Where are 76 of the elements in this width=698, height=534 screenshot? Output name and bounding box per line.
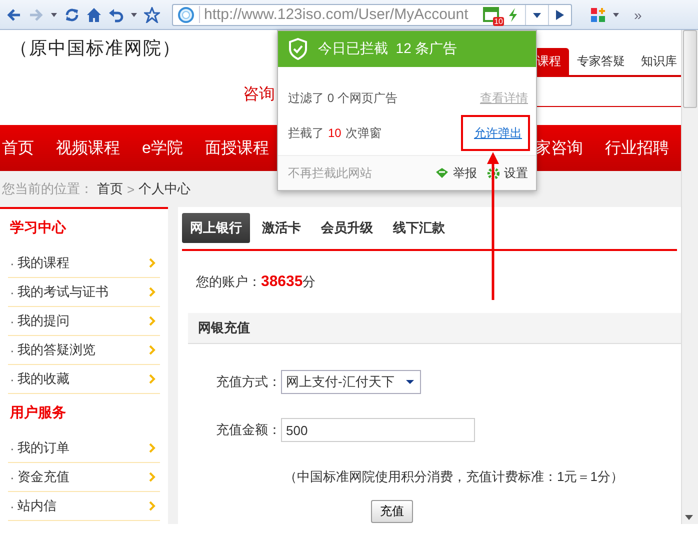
scrollbar-thumb[interactable] bbox=[683, 30, 697, 108]
home-icon[interactable] bbox=[86, 6, 102, 22]
filtered-text: 过滤了 0 个网页广告 bbox=[288, 90, 398, 106]
blocked-text: 次弹窗 bbox=[345, 124, 382, 142]
sidebar-item[interactable]: 我的收藏 bbox=[17, 370, 70, 388]
scrollbar[interactable] bbox=[681, 30, 698, 524]
header-tab[interactable]: 专家答疑 bbox=[569, 48, 633, 75]
back-icon[interactable] bbox=[6, 6, 22, 22]
breadcrumb-separator: > bbox=[127, 182, 135, 196]
report-link[interactable]: 举报 bbox=[453, 164, 477, 182]
account-tab[interactable]: 会员升级 bbox=[313, 213, 381, 243]
nav-item[interactable]: 视频课程 bbox=[56, 138, 120, 158]
address-bar[interactable]: http://www.123iso.com/User/MyAccount 10 bbox=[172, 4, 572, 26]
bullet: · bbox=[10, 470, 14, 484]
sidebar-heading: 学习中心 bbox=[9, 218, 68, 237]
recharge-button[interactable]: 充值 bbox=[371, 500, 413, 523]
caret-icon[interactable] bbox=[50, 10, 58, 18]
allow-popups-link[interactable]: 允许弹出 bbox=[474, 124, 522, 142]
sidebar-item[interactable]: 资金充值 bbox=[17, 468, 70, 486]
sidebar-item[interactable]: 我的提问 bbox=[17, 312, 70, 330]
nav-item[interactable]: 面授课程 bbox=[204, 138, 269, 158]
bullet: · bbox=[10, 440, 14, 456]
adblock-icon[interactable]: 10 bbox=[483, 6, 501, 24]
sidebar-item[interactable]: 我的课程 bbox=[17, 254, 70, 272]
sidebar-item[interactable]: 我的答疑浏览 bbox=[17, 341, 96, 359]
undo-icon[interactable] bbox=[108, 6, 124, 22]
bullet: · bbox=[10, 256, 14, 270]
nav-item[interactable]: e学院 bbox=[142, 138, 183, 158]
caret-icon[interactable] bbox=[612, 10, 620, 18]
breadcrumb-link[interactable]: 首页 bbox=[97, 180, 123, 198]
method-label: 充值方式： bbox=[216, 373, 281, 391]
blocked-count: 10 bbox=[328, 126, 342, 140]
consult-text: 咨询 bbox=[243, 85, 275, 105]
section-title: 网银充值 bbox=[188, 313, 681, 344]
bullet: · bbox=[10, 498, 14, 514]
account-tab[interactable]: 网上银行 bbox=[182, 213, 250, 243]
bullet: · bbox=[10, 372, 14, 386]
apps-icon[interactable] bbox=[590, 6, 606, 22]
method-select[interactable]: 网上支付-汇付天下 bbox=[281, 370, 422, 394]
play-icon[interactable] bbox=[555, 8, 565, 20]
blocked-text: 拦截了 bbox=[288, 124, 324, 142]
caret-icon[interactable] bbox=[406, 379, 414, 385]
shield-check-icon bbox=[288, 38, 308, 60]
breadcrumb-label: 您当前的位置： bbox=[2, 180, 93, 198]
highlight-frame bbox=[461, 115, 530, 151]
breadcrumb-link[interactable]: 个人中心 bbox=[138, 180, 191, 198]
gear-icon[interactable] bbox=[487, 166, 500, 180]
bullet: · bbox=[10, 284, 14, 300]
balance-unit: 分 bbox=[302, 273, 316, 291]
amount-label: 充值金额： bbox=[216, 421, 281, 439]
nav-item[interactable]: 首页 bbox=[2, 138, 34, 158]
bullet: · bbox=[10, 342, 14, 358]
count-badge: 10 bbox=[493, 16, 504, 26]
site-subtitle: （原中国标准网院） bbox=[9, 37, 181, 60]
pricing-note: （中国标准网院使用积分消费，充值计费标准：1元＝1分） bbox=[283, 468, 624, 486]
header-tab[interactable]: 知识库 bbox=[633, 48, 681, 75]
sidebar-heading: 用户服务 bbox=[8, 403, 67, 422]
amount-field[interactable]: 500 bbox=[281, 418, 475, 442]
balance-label: 您的账户： bbox=[196, 273, 261, 291]
bullet: · bbox=[10, 314, 14, 328]
globe-icon bbox=[177, 6, 195, 24]
caret-icon[interactable] bbox=[532, 10, 542, 18]
overflow-chevron[interactable]: » bbox=[634, 6, 642, 22]
account-tab[interactable]: 线下汇款 bbox=[385, 213, 453, 243]
sidebar-item[interactable]: 我的考试与证书 bbox=[17, 283, 108, 301]
sidebar-item[interactable]: 我的订单 bbox=[17, 439, 70, 457]
balance-value: 38635 bbox=[261, 273, 303, 290]
report-icon[interactable] bbox=[435, 167, 449, 179]
caret-icon[interactable] bbox=[130, 10, 138, 18]
star-icon[interactable] bbox=[144, 6, 160, 22]
sidebar-item[interactable]: 站内信 bbox=[17, 497, 56, 515]
refresh-icon[interactable] bbox=[64, 6, 80, 22]
nav-item[interactable]: 行业招聘 bbox=[605, 138, 669, 158]
account-tab[interactable]: 激活卡 bbox=[254, 213, 309, 243]
popup-title: 今日已拦截 12 条广告 bbox=[318, 40, 458, 58]
settings-link[interactable]: 设置 bbox=[504, 164, 528, 182]
